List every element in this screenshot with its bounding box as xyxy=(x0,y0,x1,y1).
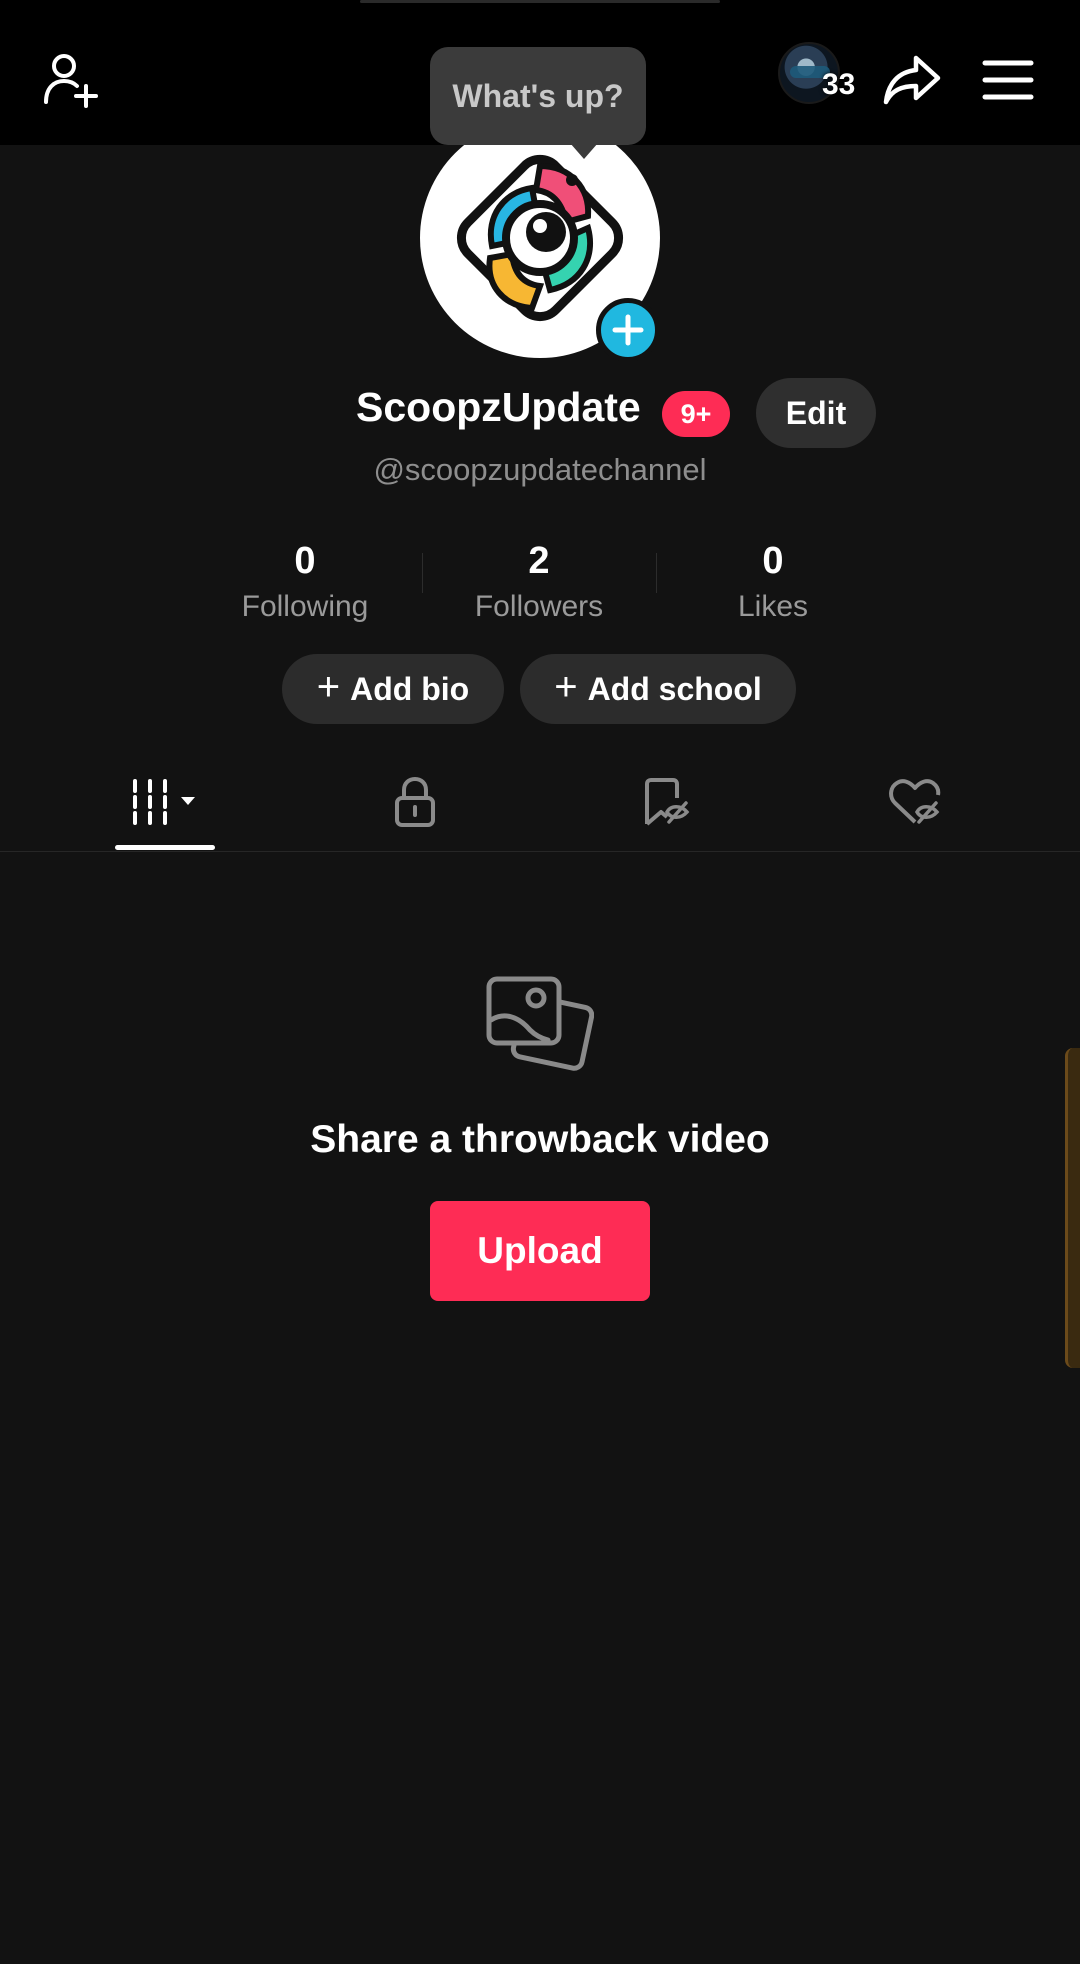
menu-button[interactable] xyxy=(968,40,1048,120)
stat-value: 2 xyxy=(528,540,550,582)
whats-up-bubble[interactable]: What's up? xyxy=(430,47,646,159)
profile-viewers-button[interactable]: 33 xyxy=(778,42,858,104)
username-handle: @scoopzupdatechannel xyxy=(373,452,707,487)
status-bar-line xyxy=(360,0,720,3)
stat-label: Likes xyxy=(737,590,809,623)
share-icon xyxy=(883,55,941,105)
plus-icon: + xyxy=(316,665,341,709)
content-tabs xyxy=(0,752,1080,852)
tab-private[interactable] xyxy=(290,752,540,852)
plus-icon xyxy=(612,314,644,346)
add-avatar-button[interactable] xyxy=(596,298,660,362)
profile-screen: 33 What's up? ScoopzUpdate 9+ Edit @scoo… xyxy=(0,0,1080,1964)
profile-stats: 0 Following 2 Followers 0 Likes xyxy=(188,535,892,625)
active-tab-indicator xyxy=(115,845,215,850)
notification-badge[interactable]: 9+ xyxy=(662,391,730,437)
tab-videos[interactable] xyxy=(40,752,290,852)
add-bio-label: Add bio xyxy=(350,670,470,707)
tab-favorites[interactable] xyxy=(540,752,790,852)
add-friend-icon xyxy=(44,54,98,108)
liked-icon xyxy=(889,779,941,824)
stat-likes[interactable]: 0 Likes xyxy=(656,535,890,625)
add-bio-button[interactable]: + Add bio xyxy=(282,654,504,724)
empty-state-title: Share a throwback video xyxy=(310,1118,770,1161)
upload-button[interactable]: Upload xyxy=(430,1201,650,1301)
lock-icon xyxy=(395,776,435,827)
tab-liked[interactable] xyxy=(790,752,1040,852)
display-name: ScoopzUpdate xyxy=(356,384,641,430)
plus-icon: + xyxy=(554,665,578,709)
add-friend-button[interactable] xyxy=(30,40,110,120)
stat-label: Following xyxy=(241,590,369,623)
stat-value: 0 xyxy=(762,540,784,582)
stat-label: Followers xyxy=(474,590,604,623)
stat-followers[interactable]: 2 Followers xyxy=(422,535,656,625)
photos-icon xyxy=(486,976,594,1071)
scroll-handle[interactable] xyxy=(1065,1048,1080,1368)
add-school-button[interactable]: + Add school xyxy=(520,654,796,724)
stat-value: 0 xyxy=(294,540,316,582)
viewer-count: 33 xyxy=(822,68,856,101)
grid-icon xyxy=(133,779,195,825)
menu-icon xyxy=(982,60,1034,100)
edit-profile-button[interactable]: Edit xyxy=(756,378,876,448)
share-profile-button[interactable] xyxy=(872,40,952,120)
bookmark-icon xyxy=(645,778,690,826)
stat-following[interactable]: 0 Following xyxy=(188,535,422,625)
add-school-label: Add school xyxy=(587,670,762,707)
